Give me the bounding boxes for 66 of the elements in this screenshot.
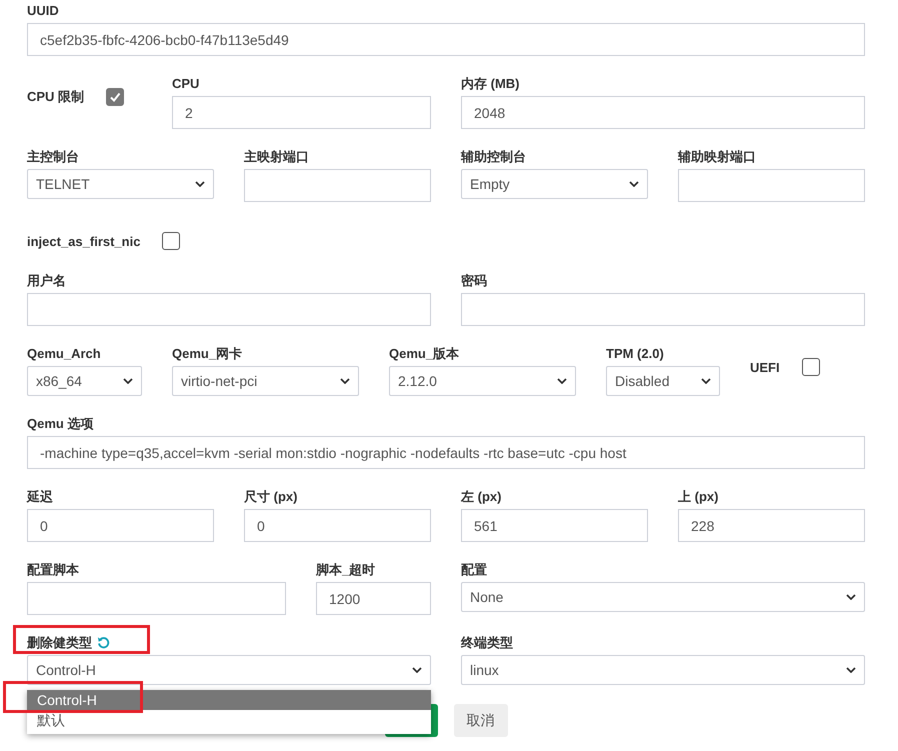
input-field[interactable]: 1200: [316, 582, 431, 615]
input-field[interactable]: [27, 582, 286, 615]
chevron-icon: [701, 378, 711, 384]
chevron-icon: [123, 378, 133, 384]
input-field[interactable]: [678, 169, 865, 202]
field-label: 左 (px): [461, 488, 502, 506]
select-field[interactable]: None: [461, 582, 865, 612]
field-label: CPU 限制: [27, 88, 84, 106]
select-field[interactable]: TELNET: [27, 169, 214, 199]
field-label: TPM (2.0): [606, 346, 664, 361]
select-field[interactable]: Disabled: [606, 366, 720, 396]
select-field[interactable]: x86_64: [27, 366, 142, 396]
input-field[interactable]: c5ef2b35-fbfc-4206-bcb0-f47b113e5d49: [27, 23, 865, 56]
checkbox[interactable]: [162, 232, 180, 250]
chevron-icon: [846, 667, 856, 673]
input-field[interactable]: 0: [27, 509, 214, 542]
field-label: 主映射端口: [244, 148, 309, 166]
field-label: Qemu 选项: [27, 414, 94, 432]
field-label: 删除健类型: [27, 634, 92, 652]
field-label: UUID: [27, 3, 59, 18]
chevron-icon: [846, 594, 856, 600]
select-field[interactable]: linux: [461, 655, 865, 685]
field-label: 密码: [461, 272, 487, 290]
checkbox[interactable]: [802, 358, 820, 376]
checkbox[interactable]: [106, 88, 124, 106]
field-label: 终端类型: [461, 634, 513, 652]
chevron-icon: [412, 667, 422, 673]
select-field[interactable]: Empty: [461, 169, 648, 199]
input-field[interactable]: 0: [244, 509, 431, 542]
field-label: inject_as_first_nic: [27, 234, 140, 248]
input-field[interactable]: [244, 169, 431, 202]
chevron-icon: [340, 378, 350, 384]
checkmark-icon: [109, 91, 122, 103]
chevron-icon: [195, 181, 205, 187]
field-label: Qemu_网卡: [172, 344, 242, 362]
input-field[interactable]: -machine type=q35,accel=kvm -serial mon:stdio -nographic -nodefaults -rtc base=utc -cpu host: [27, 436, 865, 469]
input-field[interactable]: 2: [172, 96, 431, 129]
field-label: UEFI: [750, 360, 780, 374]
field-label: 脚本_超时: [316, 560, 376, 578]
chevron-icon: [629, 181, 639, 187]
field-label: 上 (px): [678, 488, 718, 506]
dropdown-option[interactable]: Control-H: [27, 690, 431, 710]
input-field[interactable]: [27, 293, 431, 326]
field-label: 主控制台: [27, 148, 79, 166]
dropdown-option[interactable]: 默认: [27, 710, 431, 730]
field-label: 用户名: [27, 272, 66, 290]
cancel-button[interactable]: 取消: [454, 704, 508, 737]
field-label: 辅助控制台: [461, 148, 526, 166]
input-field[interactable]: [461, 293, 865, 326]
select-field[interactable]: Control-H: [27, 655, 431, 685]
field-label: Qemu_Arch: [27, 346, 101, 361]
field-label: 配置: [461, 560, 487, 578]
field-label: 配置脚本: [27, 560, 79, 578]
refresh-icon[interactable]: [97, 636, 110, 649]
chevron-icon: [557, 378, 567, 384]
field-label: Qemu_版本: [389, 344, 460, 362]
field-label: CPU: [172, 76, 200, 91]
input-field[interactable]: 561: [461, 509, 648, 542]
input-field[interactable]: 2048: [461, 96, 865, 129]
field-label: 延迟: [27, 488, 53, 506]
field-label: 辅助映射端口: [678, 148, 756, 166]
field-label: 尺寸 (px): [244, 488, 298, 506]
input-field[interactable]: 228: [678, 509, 865, 542]
field-label: 内存 (MB): [461, 74, 520, 92]
select-field[interactable]: 2.12.0: [389, 366, 576, 396]
select-field[interactable]: virtio-net-pci: [172, 366, 359, 396]
